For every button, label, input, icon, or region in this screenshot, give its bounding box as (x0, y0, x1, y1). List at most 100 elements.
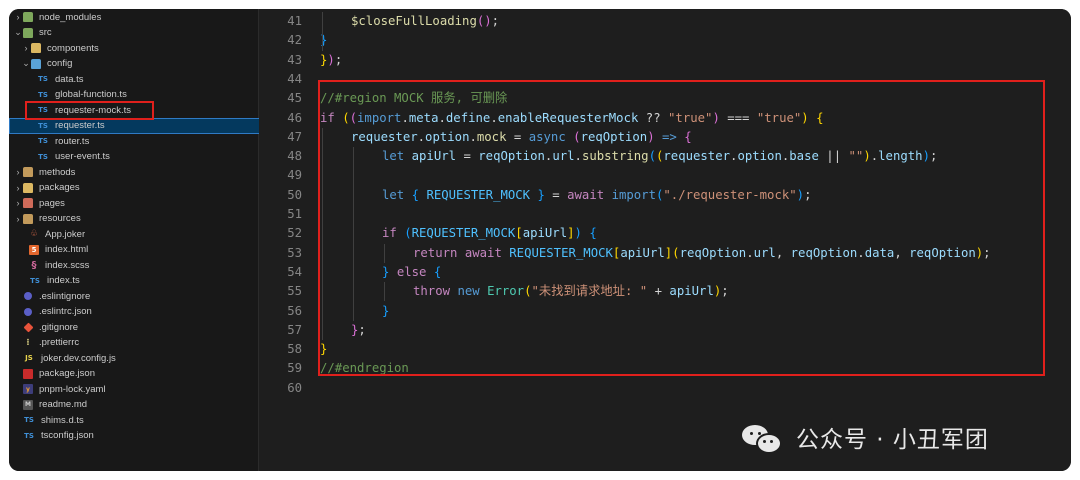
line-number: 54 (287, 264, 302, 279)
tree-file-data-ts[interactable]: TS data.ts (9, 71, 286, 87)
code-region-highlight-box (318, 80, 1045, 376)
typescript-file-icon: TS (38, 75, 48, 83)
code-text: $closeFullLoading(); (351, 12, 499, 31)
tree-file-gitignore[interactable]: .gitignore (9, 319, 272, 335)
tree-item-label: pnpm-lock.yaml (39, 383, 106, 395)
tree-file-index-scss[interactable]: § index.scss (9, 257, 278, 273)
file-highlight-box (25, 101, 154, 120)
tree-item-label: .eslintignore (39, 290, 91, 302)
watermark: 公众号 · 小丑军团 (740, 420, 989, 454)
indent-guide (322, 12, 323, 51)
tree-item-label: package.json (39, 368, 95, 379)
line-number: 47 (287, 129, 302, 144)
html-file-icon: 5 (29, 244, 39, 255)
tree-item-label: pages (39, 197, 65, 209)
eslint-file-icon (24, 292, 32, 300)
tree-file-prettierrc[interactable]: ⁝ .prettierrc (9, 335, 272, 351)
tree-folder-packages[interactable]: › packages (9, 180, 262, 196)
tree-item-label: shims.d.ts (41, 414, 84, 426)
tree-item-label: global-function.ts (55, 89, 127, 100)
tree-item-label: index.html (45, 244, 89, 255)
tree-file-app-joker[interactable]: ♧ App.joker (9, 226, 278, 242)
tree-item-label: resources (39, 213, 81, 224)
tree-file-readme-md[interactable]: M readme.md (9, 397, 272, 413)
tree-item-label: methods (39, 166, 76, 178)
line-number: 42 (287, 33, 302, 48)
line-number: 51 (287, 207, 302, 221)
tree-file-pnpm-lock-yaml[interactable]: y pnpm-lock.yaml (9, 381, 272, 397)
code-token: ; (334, 52, 343, 67)
code-token: ; (491, 14, 500, 28)
scss-file-icon: § (31, 259, 37, 271)
tree-item-label: components (47, 42, 99, 54)
tree-item-label: router.ts (55, 135, 90, 147)
folder-icon (31, 43, 41, 53)
tree-file-index-ts[interactable]: TS index.ts (9, 273, 278, 289)
chevron-right-icon: › (16, 167, 20, 177)
line-number: 46 (287, 110, 302, 125)
typescript-file-icon: TS (24, 431, 34, 440)
line-number: 43 (287, 52, 302, 67)
typescript-file-icon: TS (30, 276, 40, 285)
eslint-file-icon (24, 307, 32, 316)
chevron-right-icon: › (16, 12, 20, 22)
typescript-file-icon: TS (38, 152, 48, 161)
chevron-down-icon: ⌄ (14, 27, 22, 37)
code-editor[interactable]: 41 $closeFullLoading(); 42} 43}); 44 45//#reg… (259, 9, 1071, 471)
markdown-file-icon: M (23, 399, 33, 410)
tree-item-label: .gitignore (39, 321, 79, 333)
line-number: 55 (287, 284, 302, 299)
tree-item-label: .prettierrc (39, 337, 80, 348)
folder-icon (23, 213, 33, 224)
tree-item-label: packages (39, 182, 80, 193)
editor-window: › node_modules ⌄ src › components ⌄ conf… (9, 9, 1071, 471)
chevron-down-icon: ⌄ (22, 58, 30, 68)
tree-file-index-html[interactable]: 5 index.html (9, 242, 278, 258)
tree-item-label: index.ts (47, 275, 80, 286)
tree-file-router-ts[interactable]: TS router.ts (9, 133, 286, 149)
folder-icon (23, 27, 33, 38)
line-number: 50 (287, 187, 302, 202)
tree-file-user-event-ts[interactable]: TS user-event.ts (9, 149, 286, 165)
line-number: 45 (287, 91, 302, 106)
line-number: 53 (287, 245, 302, 260)
tree-file-joker-dev-config-js[interactable]: JS joker.dev.config.js (9, 350, 272, 366)
typescript-file-icon: TS (38, 137, 48, 145)
line-number: 57 (287, 322, 302, 337)
tree-file-shims-d-ts[interactable]: TS shims.d.ts (9, 412, 272, 428)
tree-item-label: .eslintrc.json (39, 306, 92, 317)
folder-icon (23, 182, 33, 193)
javascript-file-icon: JS (25, 354, 33, 362)
typescript-file-icon: TS (38, 121, 48, 130)
tree-folder-config[interactable]: ⌄ config (9, 56, 270, 72)
tree-item-label: App.joker (45, 228, 86, 240)
tree-folder-components[interactable]: › components (9, 40, 270, 56)
folder-icon (23, 167, 33, 177)
tree-file-eslintignore[interactable]: .eslintignore (9, 288, 272, 304)
code-token: ) (484, 14, 492, 28)
tree-folder-pages[interactable]: › pages (9, 195, 262, 211)
tree-folder-methods[interactable]: › methods (9, 164, 262, 180)
tree-folder-resources[interactable]: › resources (9, 211, 262, 227)
watermark-text: 公众号 · 小丑军团 (796, 427, 989, 453)
folder-icon (31, 58, 41, 69)
typescript-file-icon: TS (24, 416, 34, 424)
explorer-sidebar: › node_modules ⌄ src › components ⌄ conf… (9, 9, 286, 471)
tree-item-label: data.ts (55, 73, 84, 85)
folder-icon (23, 12, 33, 22)
line-number: 48 (287, 149, 302, 164)
tree-item-label: config (47, 58, 73, 69)
tree-folder-src[interactable]: ⌄ src (9, 25, 262, 41)
tree-item-label: tsconfig.json (41, 430, 94, 441)
tree-item-label: node_modules (39, 11, 102, 23)
tree-file-package-json[interactable]: package.json (9, 366, 272, 382)
tree-folder-node-modules[interactable]: › node_modules (9, 9, 262, 25)
npm-file-icon (23, 368, 33, 379)
tree-file-tsconfig-json[interactable]: TS tsconfig.json (9, 428, 272, 444)
folder-icon (23, 198, 33, 208)
code-text: }); (320, 51, 342, 70)
tree-file-eslintrc-json[interactable]: .eslintrc.json (9, 304, 272, 320)
line-number: 59 (287, 361, 302, 376)
line-number: 52 (287, 226, 302, 241)
tree-item-label: src (39, 27, 52, 38)
